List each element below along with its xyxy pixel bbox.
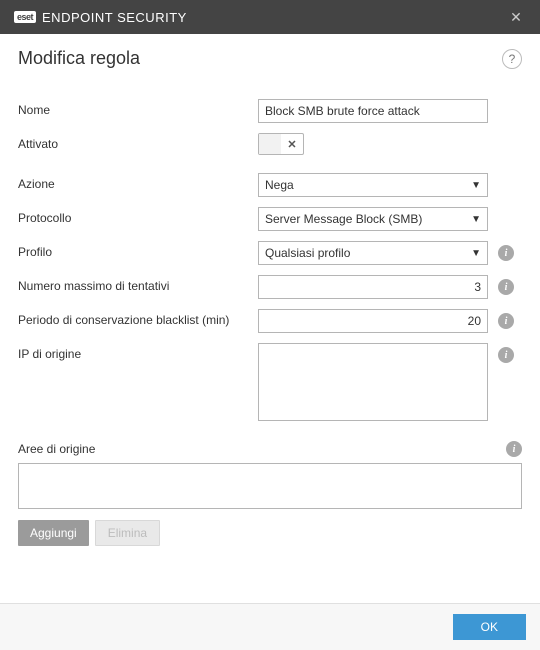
name-input[interactable] — [258, 99, 488, 123]
source-zones-label: Aree di origine — [18, 442, 496, 456]
source-ip-label: IP di origine — [18, 343, 258, 361]
chevron-down-icon: ▼ — [471, 180, 481, 191]
profile-label: Profilo — [18, 241, 258, 259]
profile-select[interactable]: Qualsiasi profilo ▼ — [258, 241, 488, 265]
close-icon: ✕ — [510, 9, 522, 26]
max-attempts-input[interactable] — [258, 275, 488, 299]
enabled-label: Attivato — [18, 133, 258, 151]
source-ip-input[interactable] — [258, 343, 488, 421]
dialog-header: Modifica regola ? — [0, 34, 540, 79]
help-icon: ? — [509, 52, 516, 66]
action-value: Nega — [265, 178, 294, 192]
form-body: Nome Attivato ✕ Azione Nega ▼ Protocollo… — [0, 79, 540, 556]
protocol-label: Protocollo — [18, 207, 258, 225]
brand-text: ENDPOINT SECURITY — [42, 10, 187, 25]
toggle-off-icon: ✕ — [281, 134, 303, 154]
brand-text-bold: SECURITY — [117, 10, 187, 25]
titlebar: eset ENDPOINT SECURITY ✕ — [0, 0, 540, 34]
protocol-select[interactable]: Server Message Block (SMB) ▼ — [258, 207, 488, 231]
toggle-knob — [259, 134, 281, 154]
close-button[interactable]: ✕ — [502, 3, 530, 31]
ok-button[interactable]: OK — [453, 614, 526, 640]
max-attempts-label: Numero massimo di tentativi — [18, 275, 258, 293]
info-icon[interactable]: i — [506, 441, 522, 457]
action-label: Azione — [18, 173, 258, 191]
info-icon[interactable]: i — [498, 245, 514, 261]
name-label: Nome — [18, 99, 258, 117]
dialog-title: Modifica regola — [18, 48, 502, 69]
brand-badge: eset — [14, 11, 36, 23]
chevron-down-icon: ▼ — [471, 248, 481, 259]
info-icon[interactable]: i — [498, 279, 514, 295]
action-select[interactable]: Nega ▼ — [258, 173, 488, 197]
protocol-value: Server Message Block (SMB) — [265, 212, 422, 226]
info-icon[interactable]: i — [498, 347, 514, 363]
source-zones-input[interactable] — [18, 463, 522, 509]
blacklist-period-input[interactable] — [258, 309, 488, 333]
blacklist-period-label: Periodo di conservazione blacklist (min) — [18, 309, 258, 327]
enabled-toggle[interactable]: ✕ — [258, 133, 304, 155]
delete-button: Elimina — [95, 520, 160, 546]
profile-value: Qualsiasi profilo — [265, 246, 350, 260]
add-button[interactable]: Aggiungi — [18, 520, 89, 546]
info-icon[interactable]: i — [498, 313, 514, 329]
help-button[interactable]: ? — [502, 49, 522, 69]
dialog-footer: OK — [0, 603, 540, 650]
brand-text-light: ENDPOINT — [42, 10, 117, 25]
chevron-down-icon: ▼ — [471, 214, 481, 225]
